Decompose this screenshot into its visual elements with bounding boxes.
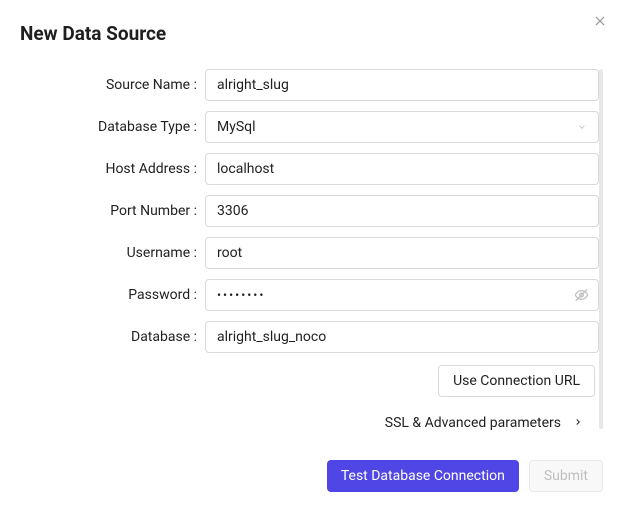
ssl-advanced-label: SSL & Advanced parameters bbox=[385, 415, 561, 431]
row-username: Username bbox=[20, 237, 599, 269]
row-port-number: Port Number bbox=[20, 195, 599, 227]
ssl-advanced-row: SSL & Advanced parameters bbox=[20, 415, 599, 431]
use-connection-url-button[interactable]: Use Connection URL bbox=[438, 365, 595, 397]
ssl-advanced-toggle[interactable]: SSL & Advanced parameters bbox=[385, 415, 583, 431]
close-button[interactable] bbox=[591, 14, 609, 32]
row-host-address: Host Address bbox=[20, 153, 599, 185]
row-password: Password bbox=[20, 279, 599, 311]
modal-footer: Test Database Connection Submit bbox=[327, 460, 603, 492]
row-database: Database bbox=[20, 321, 599, 353]
label-port-number: Port Number bbox=[20, 203, 205, 219]
username-input[interactable] bbox=[205, 237, 599, 269]
row-database-type: Database Type MySql bbox=[20, 111, 599, 143]
chevron-right-icon bbox=[573, 415, 583, 431]
source-name-input[interactable] bbox=[205, 69, 599, 101]
label-host-address: Host Address bbox=[20, 161, 205, 177]
row-source-name: Source Name bbox=[20, 69, 599, 101]
label-database: Database bbox=[20, 329, 205, 345]
test-connection-button[interactable]: Test Database Connection bbox=[327, 460, 519, 492]
database-input[interactable] bbox=[205, 321, 599, 353]
chevron-down-icon bbox=[577, 122, 587, 132]
modal-title: New Data Source bbox=[20, 22, 603, 45]
password-input[interactable] bbox=[205, 279, 599, 311]
port-number-input[interactable] bbox=[205, 195, 599, 227]
form-container: Source Name Database Type MySql Host A bbox=[20, 69, 603, 431]
database-type-value: MySql bbox=[217, 119, 256, 135]
label-database-type: Database Type bbox=[20, 119, 205, 135]
connection-url-row: Use Connection URL bbox=[20, 365, 599, 397]
host-address-input[interactable] bbox=[205, 153, 599, 185]
close-icon bbox=[593, 14, 607, 32]
label-username: Username bbox=[20, 245, 205, 261]
label-password: Password bbox=[20, 287, 205, 303]
label-source-name: Source Name bbox=[20, 77, 205, 93]
database-type-select[interactable]: MySql bbox=[205, 111, 599, 143]
eye-off-icon[interactable] bbox=[574, 288, 589, 303]
submit-button[interactable]: Submit bbox=[529, 460, 603, 492]
new-datasource-modal: New Data Source Source Name Database Typ… bbox=[0, 0, 623, 510]
